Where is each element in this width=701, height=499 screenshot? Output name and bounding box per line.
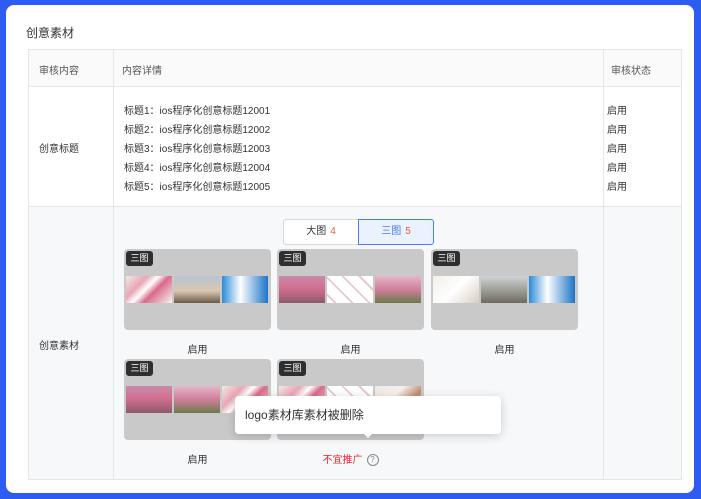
card-status: 启用 [187,345,208,356]
title-line: 标题4：ios程序化创意标题12004 [124,163,271,174]
material-card[interactable]: 三图 [277,249,424,330]
row-divider [29,206,681,207]
thumbnail-image [327,276,373,303]
thumbnail-image [375,276,421,303]
review-panel: 创意素材 审核内容 内容详情 审核状态 创意标题 标题1：ios程序化创意标题1… [6,5,694,493]
tooltip: logo素材库素材被删除 [235,396,501,434]
column-divider [603,50,604,479]
header-review-content: 审核内容 [39,66,79,77]
card-badge: 三图 [126,251,153,266]
question-circle-icon[interactable]: ? [366,454,379,467]
title-status: 启用 [607,182,627,193]
tab-count: 5 [405,226,411,237]
thumbnail-image [279,276,325,303]
tooltip-arrow [363,433,373,438]
tab-three-images[interactable]: 三图 5 [358,219,434,245]
card-status: 启用 [187,455,208,466]
title-line: 标题3：ios程序化创意标题12003 [124,144,271,155]
column-divider [113,50,114,479]
row-label-materials: 创意素材 [39,341,79,352]
card-badge: 三图 [126,361,153,376]
title-line: 标题5：ios程序化创意标题12005 [124,182,271,193]
title-line: 标题1：ios程序化创意标题12001 [124,106,271,117]
thumbnail-image [174,276,220,303]
thumbnail-image [174,386,220,413]
thumbnail-image [433,276,479,303]
title-line: 标题2：ios程序化创意标题12002 [124,125,271,136]
card-status-text: 不宜推广 [322,455,363,466]
header-content-detail: 内容详情 [122,66,162,77]
tab-large-image[interactable]: 大图 4 [283,219,358,245]
tab-count: 4 [330,226,336,237]
thumbnail-image [222,276,268,303]
card-status-rejected: 不宜推广? [277,451,424,467]
material-card[interactable]: 三图 [431,249,578,330]
title-status: 启用 [607,106,627,117]
thumbnail-image [126,386,172,413]
section-title: 创意素材 [26,26,75,40]
thumbnail-image [481,276,527,303]
header-review-status: 审核状态 [611,66,651,77]
title-status: 启用 [607,163,627,174]
thumbnail-image [529,276,575,303]
card-badge: 三图 [279,361,306,376]
tab-label: 大图 [306,226,327,237]
title-status: 启用 [607,144,627,155]
row-label-titles: 创意标题 [39,144,79,155]
thumbnail-image [126,276,172,303]
title-status: 启用 [607,125,627,136]
card-status: 启用 [494,345,515,356]
table-header: 审核内容 内容详情 审核状态 [29,50,681,87]
image-type-tabs: 大图 4 三图 5 [283,219,434,245]
card-status: 启用 [340,345,361,356]
card-badge: 三图 [279,251,306,266]
card-badge: 三图 [433,251,460,266]
material-card[interactable]: 三图 [124,249,271,330]
tab-label: 三图 [381,226,402,237]
